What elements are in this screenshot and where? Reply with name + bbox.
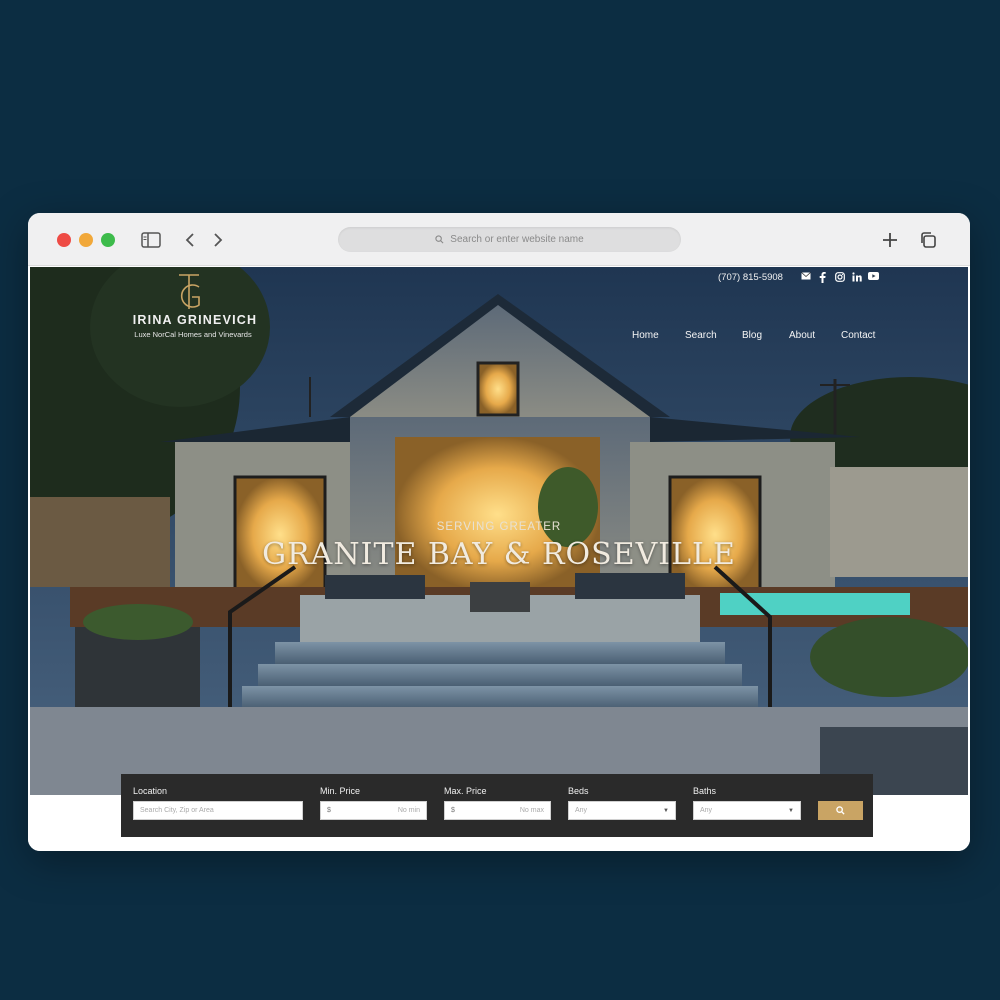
baths-label: Baths: [693, 786, 717, 796]
beds-select[interactable]: Any ▼: [568, 801, 676, 820]
zoom-window-button[interactable]: [101, 233, 115, 247]
min-price-input[interactable]: $ No min: [320, 801, 427, 820]
page-viewport: IRINA GRINEVICH Luxe NorCal Homes and Vi…: [28, 266, 970, 851]
hero-section: IRINA GRINEVICH Luxe NorCal Homes and Vi…: [30, 267, 968, 795]
chevron-down-icon: ▼: [788, 807, 794, 814]
new-tab-icon[interactable]: [879, 230, 901, 250]
linkedin-icon[interactable]: [851, 272, 862, 283]
min-price-placeholder: No min: [397, 807, 420, 814]
phone-number[interactable]: (707) 815-5908: [718, 272, 783, 283]
min-price-currency: $: [327, 807, 331, 814]
location-input[interactable]: Search City, Zip or Area: [133, 801, 303, 820]
brand-name[interactable]: IRINA GRINEVICH: [120, 313, 270, 327]
search-button[interactable]: [818, 801, 863, 820]
nav-home[interactable]: Home: [632, 330, 659, 341]
hero-title: GRANITE BAY & ROSEVILLE: [262, 537, 736, 572]
max-price-currency: $: [451, 807, 455, 814]
instagram-icon[interactable]: [834, 272, 845, 283]
nav-search[interactable]: Search: [685, 330, 717, 341]
baths-select[interactable]: Any ▼: [693, 801, 801, 820]
browser-toolbar: Search or enter website name: [28, 213, 970, 266]
forward-icon[interactable]: [207, 230, 229, 250]
location-placeholder: Search City, Zip or Area: [140, 807, 214, 814]
beds-label: Beds: [568, 786, 589, 796]
min-price-label: Min. Price: [320, 786, 361, 796]
social-links: [800, 272, 879, 283]
minimize-window-button[interactable]: [79, 233, 93, 247]
email-icon[interactable]: [800, 272, 811, 283]
max-price-input[interactable]: $ No max: [444, 801, 551, 820]
back-icon[interactable]: [179, 230, 201, 250]
facebook-icon[interactable]: [817, 272, 828, 283]
browser-window: Search or enter website name IRINA GRINE…: [28, 213, 970, 851]
close-window-button[interactable]: [57, 233, 71, 247]
chevron-down-icon: ▼: [663, 807, 669, 814]
property-search-bar: Location Search City, Zip or Area Min. P…: [121, 774, 873, 837]
baths-value: Any: [700, 807, 713, 814]
search-icon: [435, 235, 444, 244]
search-icon: [836, 806, 845, 815]
brand-tagline: Luxe NorCal Homes and Vinevards: [134, 330, 252, 339]
location-label: Location: [133, 786, 168, 796]
sidebar-icon[interactable]: [140, 230, 162, 250]
tabs-overview-icon[interactable]: [917, 230, 939, 250]
beds-value: Any: [575, 807, 588, 814]
brand-logo[interactable]: [171, 273, 207, 311]
hero-subtitle: SERVING GREATER: [436, 521, 562, 533]
nav-about[interactable]: About: [789, 330, 815, 341]
address-bar[interactable]: Search or enter website name: [338, 227, 681, 252]
nav-contact[interactable]: Contact: [841, 330, 875, 341]
nav-blog[interactable]: Blog: [742, 330, 762, 341]
address-placeholder: Search or enter website name: [450, 234, 584, 245]
max-price-placeholder: No max: [519, 807, 544, 814]
youtube-icon[interactable]: [868, 272, 879, 283]
max-price-label: Max. Price: [444, 786, 487, 796]
